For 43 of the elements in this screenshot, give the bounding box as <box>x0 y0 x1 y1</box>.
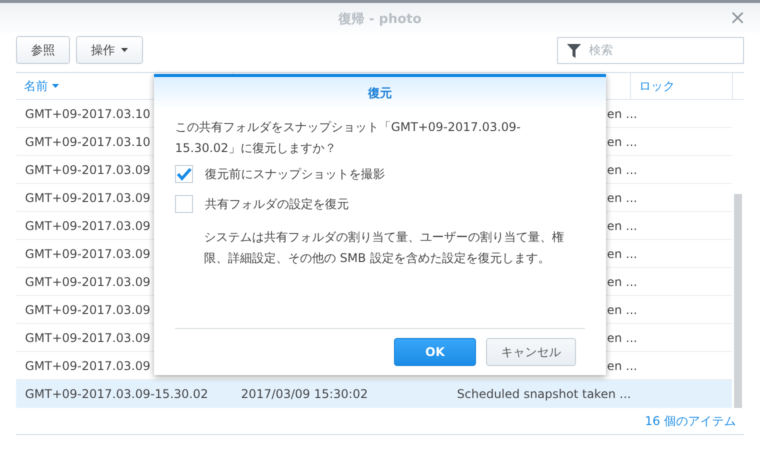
table-cell: en ... <box>607 302 638 316</box>
dialog-note: システムは共有フォルダの割り当て量、ユーザーの割り当て量、権限、詳細設定、その他の SMB 設定を含めた設定を復元します。 <box>204 229 565 267</box>
table-cell: GMT+09-2017.03.09-15.30.02 <box>25 386 208 400</box>
table-cell: en ... <box>607 218 638 232</box>
table-cell: en ... <box>607 274 638 288</box>
dialog-title: 復元 <box>368 85 392 102</box>
cancel-button[interactable]: キャンセル <box>486 338 576 366</box>
table-cell: GMT+09-2017.03.09 <box>25 190 150 204</box>
table-cell: GMT+09-2017.03.09 <box>25 330 150 344</box>
table-cell: GMT+09-2017.03.09 <box>25 246 150 260</box>
table-cell: 2017/03/09 15:30:02 <box>241 386 368 400</box>
table-cell: en ... <box>607 358 638 372</box>
checkbox[interactable] <box>175 165 193 183</box>
table-cell: en ... <box>607 134 638 148</box>
table-cell: GMT+09-2017.03.09 <box>25 358 150 372</box>
dialog-message: この共有フォルダをスナップショット「GMT+09-2017.03.09-15.30.02」に復元しますか？ <box>175 119 522 157</box>
table-row[interactable]: GMT+09-2017.03.09-15.30.02 2017/03/09 15:30:02 Scheduled snapshot taken ... <box>16 380 732 408</box>
table-cell: GMT+09-2017.03.09 <box>25 162 150 176</box>
checkbox-label[interactable]: 復元前にスナップショットを撮影 <box>205 165 385 183</box>
toolbar-button[interactable]: 参照 <box>16 36 70 64</box>
column-header[interactable]: ロック <box>630 73 732 99</box>
table-cell: Scheduled snapshot taken ... <box>457 386 631 400</box>
table-cell: GMT+09-2017.03.09 <box>25 274 150 288</box>
checkbox-label[interactable]: 共有フォルダの設定を復元 <box>205 195 349 213</box>
filter-icon <box>566 42 582 58</box>
search-field[interactable]: 検索 <box>557 36 744 64</box>
dropdown-button[interactable]: 操作 <box>76 36 143 64</box>
table-cell: en ... <box>607 162 638 176</box>
table-cell: GMT+09-2017.03.10 <box>25 106 150 120</box>
window-title: 復帰 - photo <box>338 10 422 29</box>
item-count: 16 個のアイテム <box>644 413 736 430</box>
scrollbar[interactable] <box>734 194 742 408</box>
table-cell: GMT+09-2017.03.09 <box>25 302 150 316</box>
table-cell: en ... <box>607 106 638 120</box>
table-cell: en ... <box>607 246 638 260</box>
table-cell: en ... <box>607 190 638 204</box>
caret-icon <box>121 48 128 52</box>
table-cell: GMT+09-2017.03.09 <box>25 218 150 232</box>
column-header[interactable]: 名前 <box>16 73 232 99</box>
sort-caret-icon <box>52 84 59 88</box>
table-cell: en ... <box>607 330 638 344</box>
table-cell: GMT+09-2017.03.10 <box>25 134 150 148</box>
checkbox[interactable] <box>175 195 193 213</box>
